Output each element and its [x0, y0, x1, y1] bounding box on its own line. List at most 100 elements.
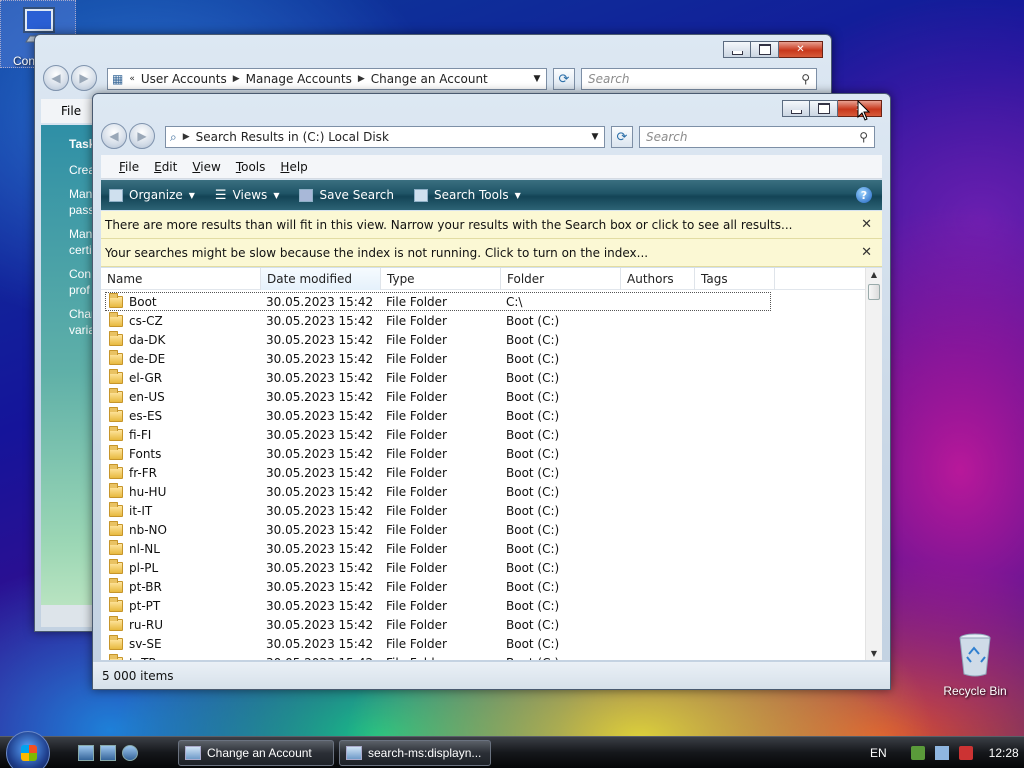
cell-name: fr-FR [105, 463, 261, 480]
close-button[interactable]: ✕ [779, 41, 823, 58]
table-row[interactable]: pl-PL 30.05.2023 15:42 File Folder Boot (C:… [105, 558, 771, 577]
task-link[interactable]: pass [69, 203, 94, 217]
breadcrumb-manage-accounts[interactable]: Manage Accounts [246, 72, 352, 86]
control-panel-icon: ▦ [112, 72, 124, 86]
menu-file[interactable]: File [119, 160, 139, 174]
file-name: sv-SE [129, 636, 162, 651]
show-desktop-icon[interactable] [78, 745, 94, 761]
column-header-type[interactable]: Type [381, 268, 501, 290]
scroll-up-icon[interactable]: ▲ [866, 270, 882, 279]
menu-tools[interactable]: Tools [236, 160, 266, 174]
table-row[interactable]: el-GR 30.05.2023 15:42 File Folder Boot (C:… [105, 368, 771, 387]
cell-date-modified: 30.05.2023 15:42 [266, 408, 374, 423]
address-dropdown-icon[interactable]: ▼ [586, 132, 604, 142]
table-row[interactable]: en-US 30.05.2023 15:42 File Folder Boot (C:… [105, 387, 771, 406]
close-icon[interactable]: ✕ [861, 245, 872, 260]
clock[interactable]: 12:28 [989, 746, 1019, 760]
breadcrumb-change-account[interactable]: Change an Account [371, 72, 488, 86]
recycle-bin-desktop-icon[interactable]: Recycle Bin [938, 632, 1012, 698]
menu-view[interactable]: View [192, 160, 220, 174]
switch-windows-icon[interactable] [100, 745, 116, 761]
back-button[interactable]: ◀ [101, 123, 127, 149]
table-row[interactable]: ru-RU 30.05.2023 15:42 File Folder Boot (C:… [105, 615, 771, 634]
vertical-scrollbar[interactable]: ▲ ▼ [865, 268, 882, 660]
table-row[interactable]: fi-FI 30.05.2023 15:42 File Folder Boot (C:… [105, 425, 771, 444]
cell-type: File Folder [386, 484, 447, 499]
table-row[interactable]: Fonts 30.05.2023 15:42 File Folder Boot (C:… [105, 444, 771, 463]
cell-folder: C:\ [506, 294, 523, 309]
table-row[interactable]: da-DK 30.05.2023 15:42 File Folder Boot (C:… [105, 330, 771, 349]
scroll-down-icon[interactable]: ▼ [866, 649, 882, 658]
start-button[interactable] [6, 731, 50, 768]
info-bar-more-results[interactable]: There are more results than will fit in … [101, 211, 882, 239]
task-link[interactable]: Man [69, 227, 92, 241]
minimize-button[interactable] [782, 100, 810, 117]
table-row[interactable]: nl-NL 30.05.2023 15:42 File Folder Boot (C:… [105, 539, 771, 558]
minimize-button[interactable] [723, 41, 751, 58]
views-button[interactable]: ☰ Views ▼ [215, 188, 280, 203]
file-name: fr-FR [129, 465, 157, 480]
save-search-button[interactable]: Save Search [299, 188, 394, 202]
table-row[interactable]: Boot 30.05.2023 15:42 File Folder C:\ [105, 292, 771, 311]
task-link[interactable]: certi [69, 243, 92, 257]
column-header-tags[interactable]: Tags [695, 268, 775, 290]
table-row[interactable]: pt-BR 30.05.2023 15:42 File Folder Boot (C:… [105, 577, 771, 596]
close-icon[interactable]: ✕ [861, 217, 872, 232]
cell-folder: Boot (C:) [506, 503, 560, 518]
folder-icon [109, 577, 123, 593]
table-row[interactable]: fr-FR 30.05.2023 15:42 File Folder Boot (C:… [105, 463, 771, 482]
address-bar[interactable]: ▦ « User Accounts ▶ Manage Accounts ▶ Ch… [107, 68, 547, 90]
cell-type: File Folder [386, 351, 447, 366]
column-header-authors[interactable]: Authors [621, 268, 695, 290]
table-row[interactable]: es-ES 30.05.2023 15:42 File Folder Boot (C:… [105, 406, 771, 425]
address-bar[interactable]: ⌕ ▶ Search Results in (C:) Local Disk ▼ [165, 126, 605, 148]
forward-button[interactable]: ▶ [129, 123, 155, 149]
cell-date-modified: 30.05.2023 15:42 [266, 522, 374, 537]
menu-file[interactable]: File [61, 104, 81, 118]
refresh-button[interactable]: ⟳ [553, 68, 575, 90]
search-input[interactable]: Search ⚲ [639, 126, 875, 148]
save-search-icon [299, 188, 314, 202]
menu-help[interactable]: Help [280, 160, 307, 174]
breadcrumb-user-accounts[interactable]: User Accounts [141, 72, 227, 86]
menu-edit[interactable]: Edit [154, 160, 177, 174]
security-icon[interactable] [910, 746, 925, 760]
cell-folder: Boot (C:) [506, 522, 560, 537]
task-link[interactable]: prof [69, 283, 90, 297]
organize-button[interactable]: Organize ▼ [109, 188, 195, 202]
task-link[interactable]: Man [69, 187, 92, 201]
back-button[interactable]: ◀ [43, 65, 69, 91]
column-header-date-modified[interactable]: Date modified [261, 268, 381, 290]
taskbar-button-change-account[interactable]: Change an Account [178, 740, 334, 766]
refresh-button[interactable]: ⟳ [611, 126, 633, 148]
maximize-button[interactable] [810, 100, 838, 117]
language-indicator[interactable]: EN [870, 746, 887, 760]
table-row[interactable]: pt-PT 30.05.2023 15:42 File Folder Boot (C:… [105, 596, 771, 615]
forward-button[interactable]: ▶ [71, 65, 97, 91]
volume-muted-icon[interactable] [958, 746, 973, 760]
breadcrumb-separator-icon: ▶ [357, 74, 365, 84]
column-header-name[interactable]: Name [101, 268, 261, 290]
table-row[interactable]: nb-NO 30.05.2023 15:42 File Folder Boot (C:… [105, 520, 771, 539]
address-text[interactable]: Search Results in (C:) Local Disk [196, 130, 389, 144]
table-row[interactable]: hu-HU 30.05.2023 15:42 File Folder Boot (C:… [105, 482, 771, 501]
table-row[interactable]: it-IT 30.05.2023 15:42 File Folder Boot (C:… [105, 501, 771, 520]
scrollbar-thumb[interactable] [868, 284, 880, 300]
search-input[interactable]: Search ⚲ [581, 68, 817, 90]
search-icon[interactable]: ⚲ [801, 72, 810, 86]
address-dropdown-icon[interactable]: ▼ [528, 74, 546, 84]
table-row[interactable]: sv-SE 30.05.2023 15:42 File Folder Boot (C:… [105, 634, 771, 653]
help-icon[interactable]: ? [856, 187, 872, 203]
task-link[interactable]: Con [69, 267, 91, 281]
info-bar-index[interactable]: Your searches might be slow because the … [101, 239, 882, 267]
search-icon[interactable]: ⚲ [859, 130, 868, 144]
table-row[interactable]: cs-CZ 30.05.2023 15:42 File Folder Boot (C:… [105, 311, 771, 330]
table-row[interactable]: tr-TR 30.05.2023 15:42File FolderBoot (C:… [105, 653, 771, 660]
search-tools-button[interactable]: Search Tools ▼ [413, 188, 521, 202]
network-icon[interactable] [934, 746, 949, 760]
internet-explorer-icon[interactable] [122, 745, 138, 761]
maximize-button[interactable] [751, 41, 779, 58]
taskbar-button-search[interactable]: search-ms:displayn... [339, 740, 491, 766]
column-header-folder[interactable]: Folder [501, 268, 621, 290]
table-row[interactable]: de-DE 30.05.2023 15:42 File Folder Boot (C:… [105, 349, 771, 368]
